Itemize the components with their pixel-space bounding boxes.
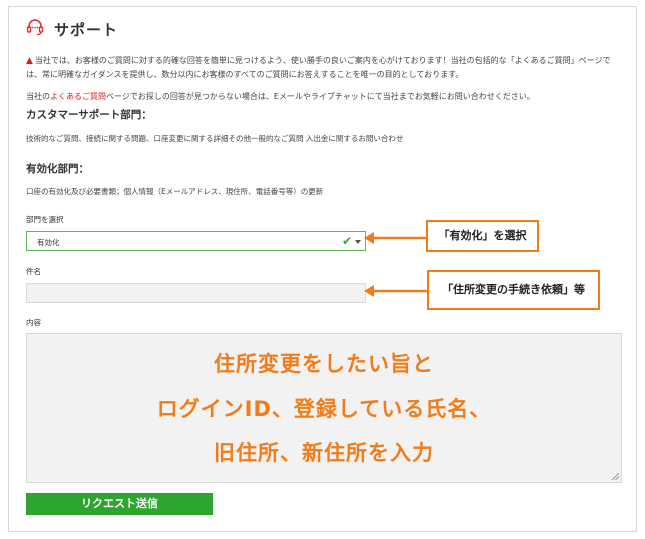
arrow-left-icon [364, 285, 429, 297]
warning-icon: ▲ [26, 56, 33, 66]
customer-support-heading: カスタマーサポート部門： [26, 109, 152, 121]
notice-text: ▲ 当社では、お客様のご質問に対する的確な回答を簡単に見つけるよう、使い勝手の良い… [26, 54, 616, 81]
activation-heading: 有効化部門： [26, 163, 89, 175]
notice-line2-pre: 当社の [26, 92, 50, 101]
callout-select-activation: 「有効化」を選択 [426, 220, 539, 252]
check-icon: ✔ [341, 234, 352, 248]
submit-request-button[interactable]: リクエスト送信 [26, 493, 213, 515]
subject-input[interactable] [26, 283, 366, 303]
overlay-line3: 旧住所、新住所を入力 [214, 441, 434, 465]
page-title: サポート [54, 21, 119, 39]
chevron-down-icon [355, 240, 361, 244]
notice-line2-post: ページでお探しの回答が見つからない場合は、Eメールやライブチャットにて当社までお… [106, 92, 535, 101]
overlay-line2: ログインID、登録している氏名、 [156, 397, 492, 421]
notice-line1: 当社では、お客様のご質問に対する的確な回答を簡単に見つけるよう、使い勝手の良いご… [26, 56, 611, 79]
dept-select-value: 有効化 [37, 238, 60, 247]
subject-label: 件名 [26, 267, 41, 276]
overlay-line1: 住所変更をしたい旨と [214, 352, 434, 376]
arrow-left-icon [364, 232, 428, 244]
callout-subject-example: 「住所変更の手続き依頼」等 [427, 270, 600, 310]
dept-label: 部門を選択 [26, 215, 64, 224]
headset-icon [26, 19, 44, 36]
content-label: 内容 [26, 318, 41, 327]
dept-select[interactable]: 有効化 ✔ [26, 231, 366, 251]
faq-link[interactable]: よくあるご質問 [50, 92, 106, 101]
notice-line2: 当社のよくあるご質問ページでお探しの回答が見つからない場合は、Eメールやライブチ… [26, 91, 616, 103]
activation-desc: 口座の有効化及び必要書類；個人情報（Eメールアドレス、現住所、電話番号等）の更新 [26, 187, 324, 196]
customer-support-desc: 技術的なご質問、接続に関する問題、口座変更に関する詳細その他一般的なご質問 入出… [26, 134, 404, 143]
resize-handle-icon[interactable] [612, 473, 619, 480]
